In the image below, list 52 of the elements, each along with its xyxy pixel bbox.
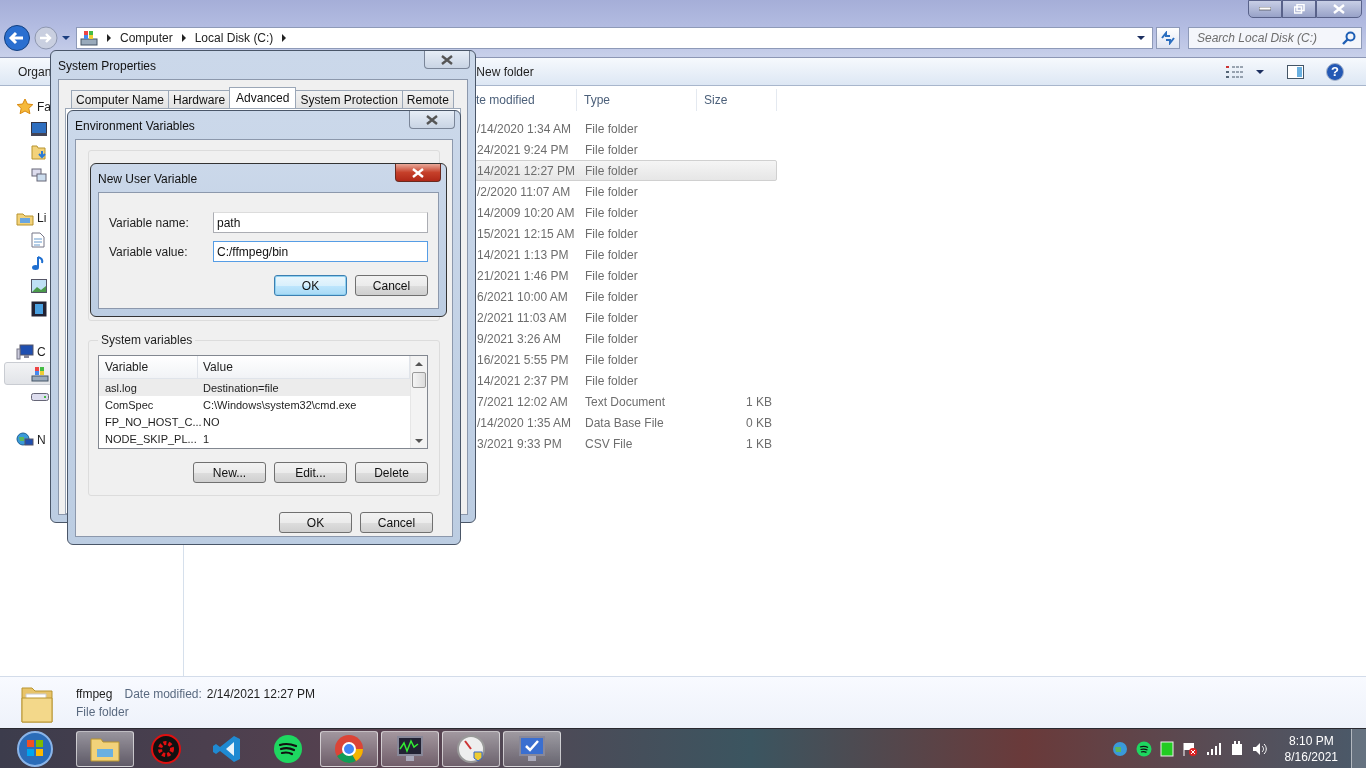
date-modified: 7/2021 12:02 AM [476,394,569,409]
variable-value: C:\Windows\system32\cmd.exe [202,398,358,411]
date-modified: 2/2021 11:03 AM [476,310,568,325]
file-type: File folder [584,247,639,262]
file-type: File folder [584,352,639,367]
file-type: File folder [584,142,639,157]
date-modified: /14/2020 1:34 AM [476,121,573,136]
file-type: File folder [584,121,639,136]
file-size: 0 KB [745,415,773,430]
date-modified: 16/2021 5:55 PM [476,352,570,367]
date-modified: 14/2021 1:13 PM [476,247,570,262]
date-modified-value: 2/14/2021 12:27 PM [206,686,315,701]
file-type: File folder [76,704,130,719]
group-label: System variables [100,333,194,347]
file-type: File folder [584,205,639,220]
date-modified: /14/2020 1:35 AM [476,415,573,430]
window-title: System Properties [58,59,157,73]
file-type: File folder [584,310,639,325]
file-type: File folder [584,184,639,199]
file-type: File folder [584,163,639,178]
field-label: Variable value: [109,244,189,259]
date-modified-label: Date modified: [124,686,202,701]
file-type: File folder [584,226,639,241]
variable-name: NODE_SKIP_PL... [104,432,198,445]
file-type: CSV File [584,436,634,451]
date-modified: /2/2020 11:07 AM [476,184,572,199]
variable-value: 1 [202,432,211,445]
file-type: File folder [584,268,639,283]
file-size: 1 KB [745,394,773,409]
file-type: File folder [584,289,639,304]
variable-name: asl.log [104,381,138,394]
date-modified: 3/2021 9:33 PM [476,436,563,451]
variable-value: NO [202,415,221,428]
file-type: File folder [584,331,639,346]
date-modified: 14/2009 10:20 AM [476,205,576,220]
file-type: File folder [584,373,639,388]
file-name: ffmpeg [76,686,113,701]
date-modified: 6/2021 10:00 AM [476,289,569,304]
variable-name: ComSpec [104,398,155,411]
date-modified: 24/2021 9:24 PM [476,142,570,157]
file-size: 1 KB [745,436,773,451]
date-modified: 9/2021 3:26 AM [476,331,563,346]
variable-value: Destination=file [202,381,280,394]
file-type: Text Document [584,394,667,409]
window-title: New User Variable [98,172,198,186]
window-title: Environment Variables [75,119,195,133]
date-modified: 15/2021 12:15 AM [476,226,576,241]
date-modified: 21/2021 1:46 PM [476,268,570,283]
date-modified: 14/2021 2:37 PM [476,373,570,388]
file-type: Data Base File [584,415,665,430]
date-modified: 14/2021 12:27 PM [476,163,577,178]
field-label: Variable name: [109,215,190,230]
